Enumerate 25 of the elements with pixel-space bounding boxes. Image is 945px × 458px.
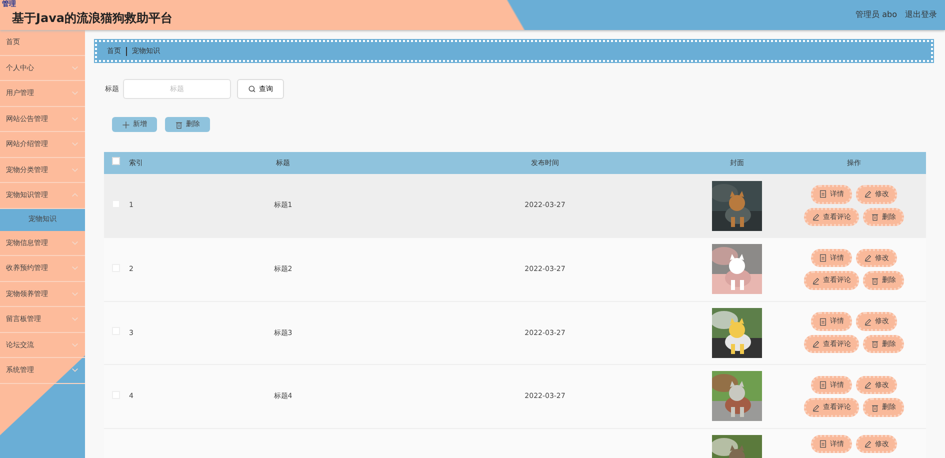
pen-icon [812, 276, 820, 284]
site-title: 基于Java的流浪猫狗救助平台 [12, 10, 172, 26]
document-icon [819, 190, 827, 198]
pen-icon [864, 254, 872, 262]
trash-icon [871, 340, 879, 348]
admin-name: 管理员 abo [856, 9, 897, 21]
trash-icon [871, 212, 879, 221]
trash-icon [871, 276, 879, 284]
document-icon [819, 381, 827, 389]
pen-icon [812, 404, 820, 412]
pen-icon [864, 190, 872, 198]
pen-icon [864, 381, 872, 389]
document-icon [819, 440, 827, 448]
pen-icon [812, 212, 820, 221]
trash-icon [175, 120, 183, 128]
pen-icon [864, 318, 872, 326]
search-icon [248, 85, 256, 93]
logout-link[interactable]: 退出登录 [905, 9, 937, 21]
pen-icon [812, 340, 820, 348]
trash-icon [871, 404, 879, 412]
pen-icon [864, 440, 872, 448]
select-all-checkbox[interactable] [112, 157, 120, 166]
plus-icon [122, 120, 130, 128]
document-icon [819, 318, 827, 326]
document-icon [819, 254, 827, 262]
